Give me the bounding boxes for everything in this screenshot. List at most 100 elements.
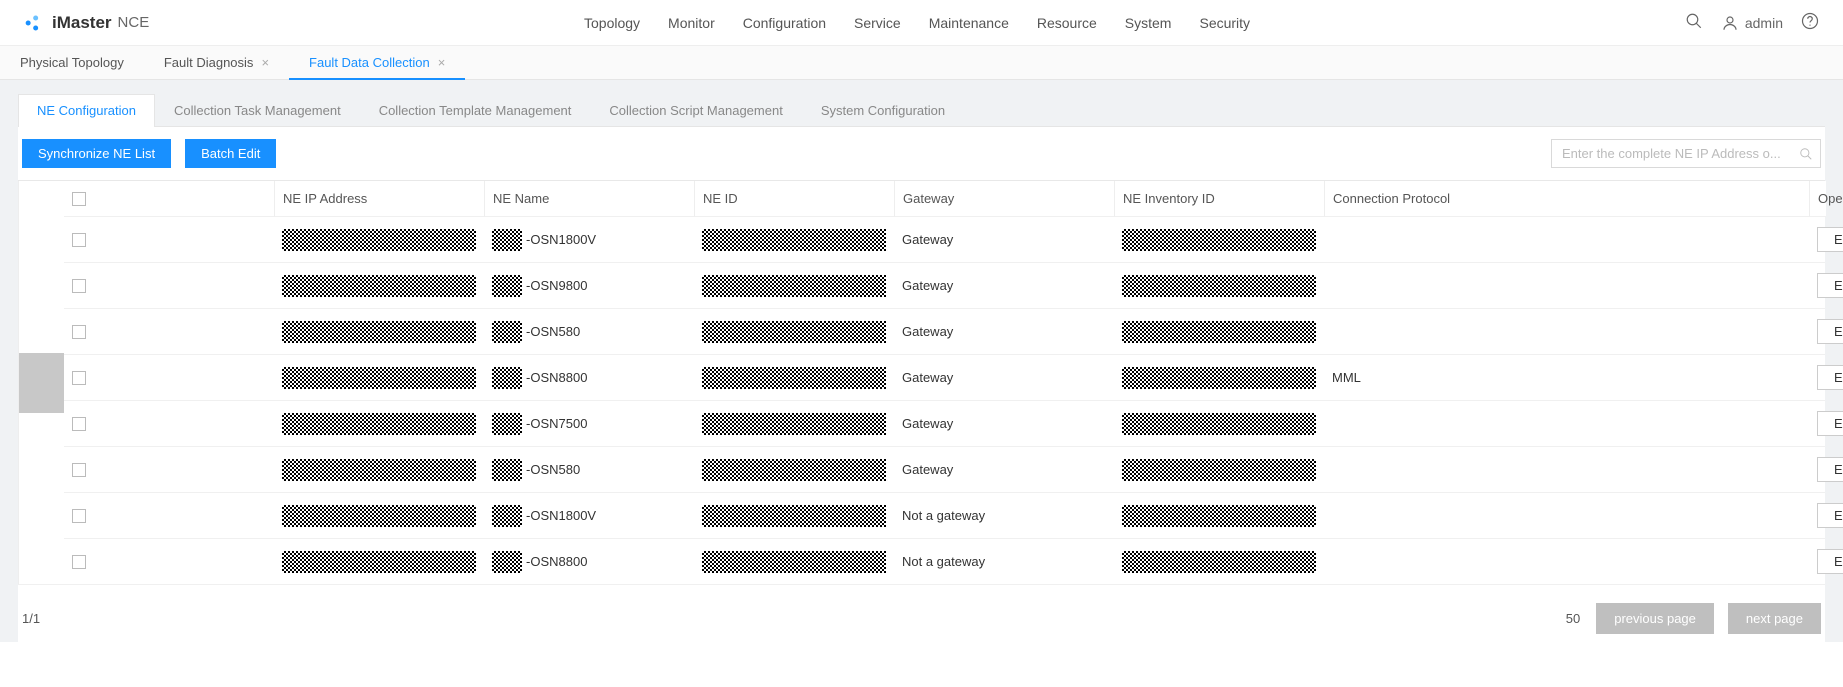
cell-operation: EditReset [1809, 217, 1825, 263]
edit-button[interactable]: Edit [1817, 273, 1843, 298]
cell-ne-id [694, 309, 894, 355]
topbar: iMaster NCE Topology Monitor Configurati… [0, 0, 1843, 46]
cell-ne-ip [274, 401, 484, 447]
topnav-service[interactable]: Service [854, 15, 901, 31]
ne-name-suffix: -OSN580 [526, 462, 580, 477]
topnav: Topology Monitor Configuration Service M… [584, 15, 1250, 31]
cell-ne-name: -OSN8800 [484, 539, 694, 585]
row-select [64, 355, 274, 401]
topnav-security[interactable]: Security [1199, 15, 1250, 31]
redacted-ip [282, 367, 476, 389]
redacted-ip [282, 505, 476, 527]
close-icon[interactable]: × [438, 55, 446, 70]
redacted-inventory [1122, 459, 1316, 481]
topnav-configuration[interactable]: Configuration [743, 15, 826, 31]
cell-operation: EditReset [1809, 493, 1825, 539]
redacted-inventory [1122, 505, 1316, 527]
next-page-button[interactable]: next page [1728, 603, 1821, 634]
cell-gateway: Gateway [894, 401, 1114, 447]
redacted-id [702, 229, 886, 251]
row-select [64, 539, 274, 585]
row-checkbox[interactable] [72, 555, 86, 569]
cell-gateway: Not a gateway [894, 539, 1114, 585]
cell-ne-inventory [1114, 493, 1324, 539]
batch-edit-button[interactable]: Batch Edit [185, 139, 276, 168]
row-checkbox[interactable] [72, 371, 86, 385]
user-menu[interactable]: admin [1721, 14, 1783, 32]
cell-gateway: Gateway [894, 217, 1114, 263]
redacted-inventory [1122, 229, 1316, 251]
ne-name-suffix: -OSN580 [526, 324, 580, 339]
subtab-collection-script-mgmt[interactable]: Collection Script Management [590, 94, 801, 126]
row-select [64, 401, 274, 447]
row-checkbox[interactable] [72, 509, 86, 523]
edit-button[interactable]: Edit [1817, 457, 1843, 482]
global-search-icon[interactable] [1685, 12, 1703, 33]
ne-name-suffix: -OSN8800 [526, 554, 587, 569]
topnav-topology[interactable]: Topology [584, 15, 640, 31]
cell-operation: EditReset [1809, 539, 1825, 585]
ws-tab-label: Physical Topology [20, 55, 124, 70]
edit-button[interactable]: Edit [1817, 365, 1843, 390]
redacted-name-prefix [492, 505, 522, 527]
cell-ne-name: -OSN580 [484, 309, 694, 355]
scroll-thumb[interactable] [19, 353, 64, 413]
ws-tab-physical-topology[interactable]: Physical Topology [0, 46, 144, 79]
cell-ne-inventory [1114, 355, 1324, 401]
scrollbar[interactable] [18, 181, 64, 585]
edit-button[interactable]: Edit [1817, 319, 1843, 344]
topnav-resource[interactable]: Resource [1037, 15, 1097, 31]
search-input[interactable] [1551, 139, 1821, 168]
ws-tab-fault-diagnosis[interactable]: Fault Diagnosis × [144, 46, 289, 79]
row-checkbox[interactable] [72, 417, 86, 431]
cell-gateway: Gateway [894, 309, 1114, 355]
brand-suffix: NCE [118, 14, 150, 31]
page-size[interactable]: 50 [1566, 611, 1580, 626]
row-select [64, 263, 274, 309]
select-all-checkbox[interactable] [72, 192, 86, 206]
pagination: 1/1 50 previous page next page [18, 585, 1825, 642]
subtab-ne-configuration[interactable]: NE Configuration [18, 94, 155, 126]
cell-protocol: MML [1324, 355, 1809, 401]
redacted-name-prefix [492, 459, 522, 481]
search-icon[interactable] [1799, 147, 1813, 161]
cell-operation: EditReset [1809, 447, 1825, 493]
cell-ne-inventory [1114, 309, 1324, 355]
cell-protocol [1324, 401, 1809, 447]
th-operation: Operation [1809, 181, 1826, 217]
edit-button[interactable]: Edit [1817, 503, 1843, 528]
subtab-collection-template-mgmt[interactable]: Collection Template Management [360, 94, 591, 126]
topnav-monitor[interactable]: Monitor [668, 15, 715, 31]
subtab-collection-task-mgmt[interactable]: Collection Task Management [155, 94, 360, 126]
cell-ne-ip [274, 447, 484, 493]
ws-tab-fault-data-collection[interactable]: Fault Data Collection × [289, 46, 465, 79]
topnav-maintenance[interactable]: Maintenance [929, 15, 1009, 31]
cell-ne-inventory [1114, 539, 1324, 585]
redacted-ip [282, 275, 476, 297]
table-search [1551, 139, 1821, 168]
previous-page-button[interactable]: previous page [1596, 603, 1714, 634]
row-checkbox[interactable] [72, 233, 86, 247]
redacted-name-prefix [492, 275, 522, 297]
edit-button[interactable]: Edit [1817, 549, 1843, 574]
redacted-id [702, 551, 886, 573]
subtab-system-configuration[interactable]: System Configuration [802, 94, 964, 126]
th-gateway: Gateway [894, 181, 1114, 217]
row-checkbox[interactable] [72, 463, 86, 477]
cell-gateway: Not a gateway [894, 493, 1114, 539]
edit-button[interactable]: Edit [1817, 227, 1843, 252]
cell-ne-ip [274, 355, 484, 401]
synchronize-ne-list-button[interactable]: Synchronize NE List [22, 139, 171, 168]
row-select [64, 217, 274, 263]
close-icon[interactable]: × [261, 55, 269, 70]
edit-button[interactable]: Edit [1817, 411, 1843, 436]
page-indicator: 1/1 [22, 611, 40, 626]
cell-ne-id [694, 355, 894, 401]
cell-protocol [1324, 539, 1809, 585]
help-icon[interactable] [1801, 12, 1819, 33]
topnav-system[interactable]: System [1125, 15, 1172, 31]
row-checkbox[interactable] [72, 279, 86, 293]
row-checkbox[interactable] [72, 325, 86, 339]
cell-protocol [1324, 309, 1809, 355]
user-icon [1721, 14, 1739, 32]
